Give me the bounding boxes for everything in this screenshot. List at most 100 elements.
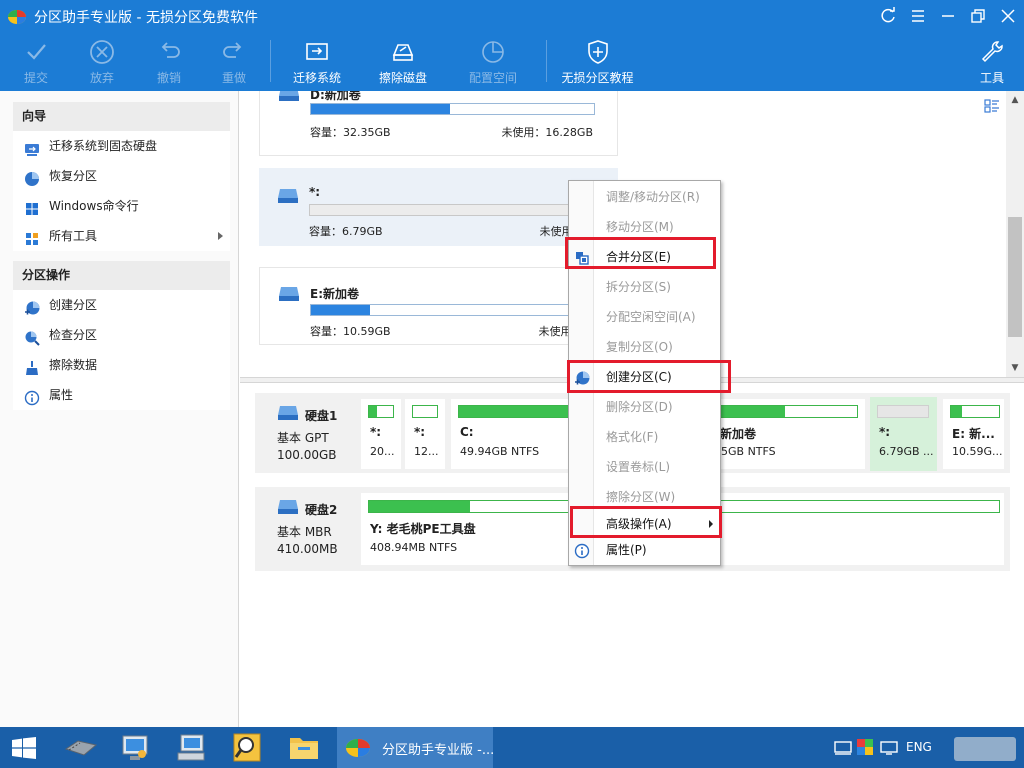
- disk-type: 基本 GPT: [277, 431, 329, 445]
- menu-item-properties[interactable]: 属性(P): [569, 537, 721, 563]
- menu-item-set-label[interactable]: 设置卷标(L): [569, 454, 721, 480]
- taskbar-app[interactable]: [280, 727, 328, 768]
- nav-label: 迁移系统到固态硬盘: [49, 139, 158, 153]
- app-logo-icon: [8, 10, 26, 24]
- discard-button[interactable]: 放弃: [67, 36, 137, 88]
- nav-windows-cmd[interactable]: Windows命令行: [13, 191, 230, 221]
- taskbar-app[interactable]: [224, 727, 272, 768]
- menu-item-create[interactable]: 创建分区(C): [569, 364, 721, 390]
- undo-button[interactable]: 撤销: [134, 36, 204, 88]
- hard-disk-icon: [277, 499, 299, 515]
- tools-button[interactable]: 工具: [957, 36, 1024, 88]
- action-center-icon[interactable]: [834, 740, 852, 756]
- partition-usage-bar: [310, 103, 595, 115]
- nav-migrate-ssd[interactable]: 迁移系统到固态硬盘: [13, 131, 230, 161]
- redo-icon: [223, 42, 242, 58]
- menu-item-resize-move[interactable]: 调整/移动分区(R): [569, 184, 721, 210]
- allocate-space-button[interactable]: 配置空间: [458, 36, 528, 88]
- nav-recover-partition[interactable]: 恢复分区: [13, 161, 230, 191]
- disk-size: 100.00GB: [277, 448, 337, 462]
- menu-label: 擦除分区(W): [606, 490, 676, 504]
- wipe-disk-icon: [392, 44, 414, 61]
- block-name: C:: [460, 425, 474, 439]
- menu-item-split[interactable]: 拆分分区(S): [569, 274, 721, 300]
- taskbar-app[interactable]: [168, 727, 216, 768]
- partition-card-unallocated[interactable]: *: 容量：6.79GB 未使用：6.: [259, 168, 618, 246]
- block-name: 新加卷: [720, 427, 757, 441]
- info-icon: [24, 387, 40, 406]
- menu-item-copy[interactable]: 复制分区(O): [569, 334, 721, 360]
- menu-label: 拆分分区(S): [606, 280, 671, 294]
- menu-label: 调整/移动分区(R): [606, 190, 700, 204]
- migrate-os-button[interactable]: 迁移系统: [282, 36, 352, 88]
- network-computer-icon: [122, 735, 148, 760]
- restore-icon[interactable]: [968, 6, 988, 26]
- color-display-icon[interactable]: [857, 739, 873, 755]
- disk-partition-block-selected[interactable]: *: 6.79GB ...: [870, 397, 937, 471]
- block-name: *:: [370, 425, 382, 439]
- block-size: 6.79GB ...: [879, 445, 934, 458]
- nav-properties[interactable]: 属性: [13, 380, 230, 410]
- disk-partition-block[interactable]: *: 20...: [361, 399, 401, 469]
- menu-item-format[interactable]: 格式化(F): [569, 424, 721, 450]
- taskbar-app-label: 分区助手专业版 -...: [382, 743, 495, 758]
- disk-partition-block-d[interactable]: 新加卷 35GB NTFS: [714, 399, 865, 469]
- menu-label: 创建分区(C): [606, 370, 672, 384]
- view-toggle-icon[interactable]: [983, 97, 1001, 115]
- nav-all-tools[interactable]: 所有工具: [13, 221, 230, 251]
- commit-button[interactable]: 提交: [1, 36, 71, 88]
- redo-button[interactable]: 重做: [199, 36, 269, 88]
- partition-ops-heading: 分区操作: [13, 261, 230, 290]
- disk-partition-block[interactable]: *: 12...: [405, 399, 445, 469]
- tools-grid-icon: [24, 228, 40, 245]
- drive-icon: [278, 286, 300, 302]
- menu-label: 格式化(F): [606, 430, 659, 444]
- taskbar-app[interactable]: [112, 727, 160, 768]
- taskbar-app-partition-assistant[interactable]: 分区助手专业版 -...: [337, 727, 495, 768]
- block-size: 12...: [414, 445, 439, 458]
- refresh-icon[interactable]: [878, 6, 898, 26]
- partition-unused: 未使用：16.28GB: [501, 126, 593, 139]
- undo-icon: [161, 42, 180, 58]
- partition-capacity: 容量：10.59GB: [310, 325, 391, 338]
- menu-label: 高级操作(A): [606, 517, 672, 531]
- block-size: 35GB NTFS: [714, 445, 776, 458]
- folder-icon: [290, 738, 318, 759]
- nav-label: 所有工具: [49, 229, 98, 243]
- scroll-up-arrow[interactable]: ▲: [1006, 91, 1024, 109]
- menu-item-allocate-free[interactable]: 分配空闲空间(A): [569, 304, 721, 330]
- nav-label: 恢复分区: [49, 169, 98, 183]
- partition-usage-bar: [310, 304, 595, 316]
- block-size: 10.59G...: [952, 445, 1003, 458]
- language-indicator[interactable]: ENG: [906, 740, 932, 754]
- disk-partition-block-e[interactable]: E: 新... 10.59G...: [943, 399, 1004, 469]
- nav-label: 创建分区: [49, 298, 98, 312]
- partition-card-d[interactable]: D:新加卷 容量：32.35GB 未使用：16.28GB: [259, 91, 618, 156]
- network-icon[interactable]: [880, 740, 898, 756]
- nav-check-partition[interactable]: 检查分区: [13, 320, 230, 350]
- block-name: E: 新...: [952, 427, 995, 441]
- menu-item-move[interactable]: 移动分区(M): [569, 214, 721, 240]
- nav-create-partition[interactable]: 创建分区: [13, 290, 230, 320]
- menu-item-advanced[interactable]: 高级操作(A): [569, 511, 721, 537]
- close-icon[interactable]: [998, 6, 1018, 26]
- partition-card-e[interactable]: E:新加卷 容量：10.59GB 未使用：8.: [259, 267, 618, 345]
- taskbar-app[interactable]: [56, 727, 104, 768]
- wrench-icon: [981, 41, 1003, 63]
- scroll-thumb[interactable]: [1008, 217, 1022, 337]
- menu-item-merge[interactable]: 合并分区(E): [569, 244, 721, 270]
- nav-wipe-data[interactable]: 擦除数据: [13, 350, 230, 380]
- vertical-scrollbar[interactable]: ▲ ▼: [1006, 91, 1024, 377]
- minimize-icon[interactable]: [938, 6, 958, 26]
- tutorial-button[interactable]: 无损分区教程: [555, 36, 640, 88]
- menu-icon[interactable]: [908, 6, 928, 26]
- partition-assistant-icon: [346, 739, 370, 757]
- menu-item-wipe[interactable]: 擦除分区(W): [569, 484, 721, 510]
- wizard-heading: 向导: [13, 102, 230, 131]
- menu-label: 分配空闲空间(A): [606, 310, 696, 324]
- menu-item-delete[interactable]: 删除分区(D): [569, 394, 721, 420]
- usage-bar: [950, 405, 1000, 418]
- start-button[interactable]: [0, 727, 48, 768]
- wipe-disk-button[interactable]: 擦除磁盘: [368, 36, 438, 88]
- scroll-down-arrow[interactable]: ▼: [1006, 359, 1024, 377]
